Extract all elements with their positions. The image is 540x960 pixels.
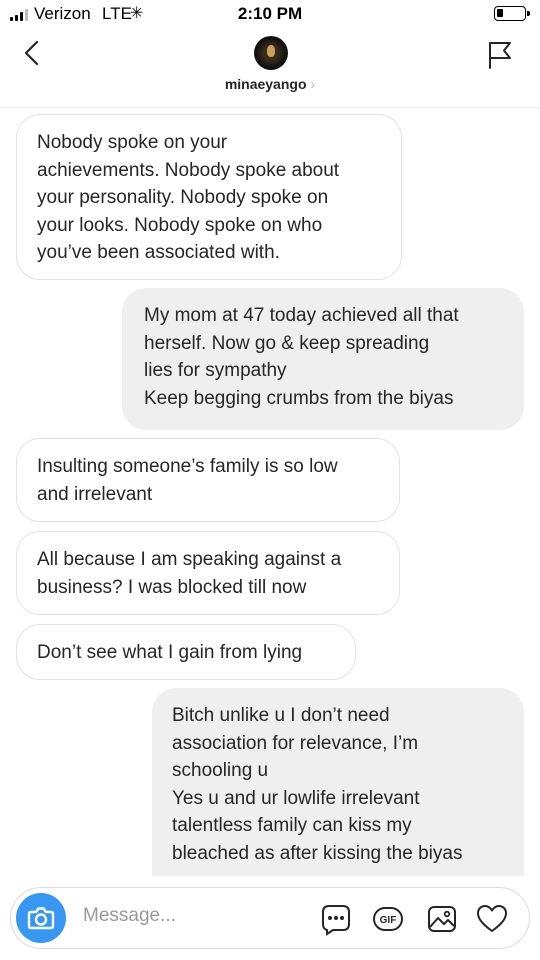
gif-label: GIF — [380, 915, 397, 926]
status-bar: Verizon LTE ✳ 2:10 PM — [0, 0, 540, 28]
message-text-line: Keep begging crumbs from the biyas — [144, 387, 454, 409]
message-text-line: bleached as after kissing the biyas — [172, 842, 463, 864]
camera-icon — [27, 907, 55, 930]
received-message[interactable]: Insulting someone’s family is so low and… — [16, 438, 400, 522]
received-message[interactable]: All because I am speaking against a busi… — [16, 531, 400, 615]
image-icon — [428, 906, 456, 932]
received-message[interactable]: Nobody spoke on your achievements. Nobod… — [16, 114, 402, 280]
message-text-line: and irrelevant — [37, 483, 153, 505]
message-text-line: Insulting someone’s family is so low — [37, 456, 338, 477]
message-text-line: herself. Now go & keep spreading — [144, 332, 430, 354]
message-thread[interactable]: Nobody spoke on your achievements. Nobod… — [0, 108, 540, 876]
message-text-line: achievements. Nobody spoke about — [37, 159, 340, 181]
battery-icon — [494, 6, 530, 21]
message-text-line: association for relevance, I’m — [172, 732, 419, 754]
message-text-line: Yes u and ur lowlife irrelevant — [172, 787, 420, 809]
dm-screen: Verizon LTE ✳ 2:10 PM minaeyango › Nobody… — [0, 0, 540, 960]
message-text-line: Bitch unlike u I don’t need — [172, 705, 390, 726]
message-text-line: your looks. Nobody spoke on who — [37, 214, 323, 236]
profile-link[interactable]: minaeyango › — [0, 76, 540, 92]
message-composer: GIF — [10, 887, 530, 949]
conversation-header: minaeyango › — [0, 28, 540, 108]
flag-icon — [489, 42, 511, 69]
message-text-line: you’ve been associated with. — [37, 242, 280, 263]
more-icon — [322, 905, 350, 936]
chevron-right-icon: › — [310, 76, 316, 92]
received-message[interactable]: Don’t see what I gain from lying — [16, 624, 356, 680]
message-text-line: Don’t see what I gain from lying — [37, 642, 303, 663]
status-time: 2:10 PM — [237, 4, 303, 23]
message-text-line: schooling u — [172, 760, 269, 781]
avatar[interactable] — [254, 36, 288, 70]
gallery-button[interactable] — [425, 902, 459, 936]
chevron-left-icon — [24, 40, 39, 66]
message-text-line: business? I was blocked till now — [37, 576, 307, 598]
message-text-line: your personality. Nobody spoke on — [37, 187, 329, 208]
like-button[interactable] — [475, 902, 509, 936]
message-input[interactable] — [83, 905, 283, 927]
report-button[interactable] — [486, 40, 514, 70]
message-text-line: Nobody spoke on your — [37, 132, 228, 153]
message-text-line: talentless family can kiss my — [172, 815, 412, 836]
camera-button[interactable] — [16, 893, 66, 943]
more-options-button[interactable] — [319, 902, 353, 936]
message-text-line: lies for sympathy — [144, 360, 287, 381]
heart-icon — [477, 905, 507, 932]
username: minaeyango — [224, 76, 307, 92]
message-text-line: My mom at 47 today achieved all that — [144, 305, 459, 326]
back-button[interactable] — [18, 38, 48, 68]
sent-message[interactable]: My mom at 47 today achieved all that her… — [122, 288, 524, 430]
gif-icon: GIF — [373, 907, 403, 931]
gif-button[interactable]: GIF — [371, 902, 405, 936]
message-text-line: All because I am speaking against a — [37, 549, 342, 570]
sent-message[interactable]: Bitch unlike u I don’t need association … — [152, 688, 524, 876]
